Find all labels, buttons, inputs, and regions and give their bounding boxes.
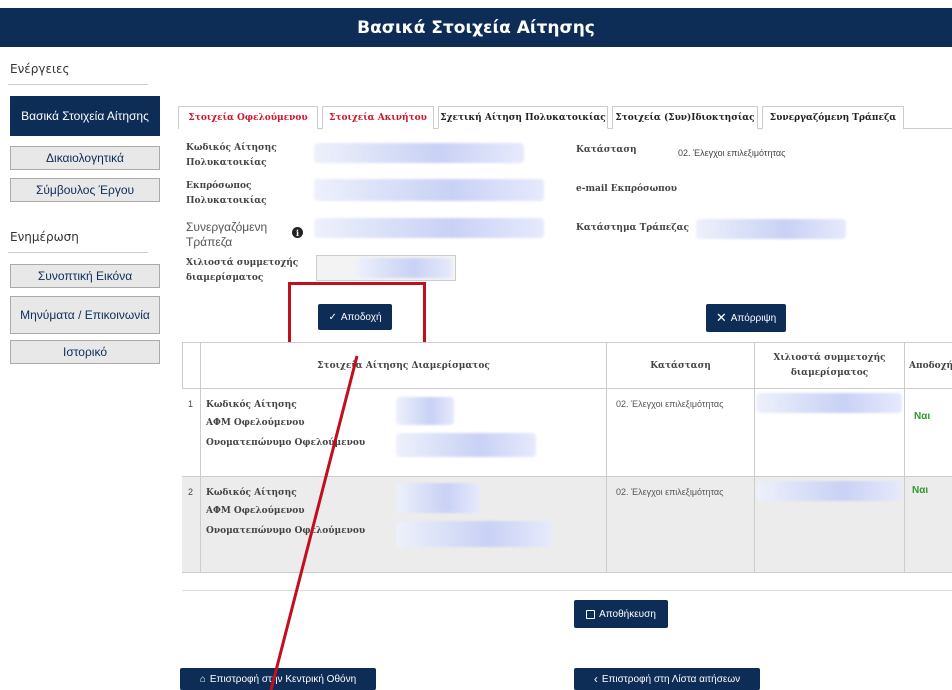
tab-ownership[interactable]: Στοιχεία (Συν)Ιδιοκτησίας <box>612 106 758 129</box>
save-button-label: Αποθήκευση <box>599 608 656 620</box>
row-name-value <box>396 521 552 547</box>
back-to-list-button-label: Επιστροφή στη Λίστα αιτήσεων <box>601 673 741 685</box>
status-label: Κατάσταση <box>576 145 637 155</box>
row-code-label: Κωδικός Αίτησης <box>206 488 297 498</box>
row-status: 02. Έλεγχοι επιλεξιμότητας <box>616 399 724 409</box>
header-num <box>182 343 200 389</box>
representative-value <box>314 179 544 201</box>
sidebar-item-messages[interactable]: Μηνύματα / Επικοινωνία <box>10 296 160 334</box>
row-code-label: Κωδικός Αίτησης <box>206 400 297 410</box>
sidebar-item-history[interactable]: Ιστορικό <box>10 340 160 364</box>
info-icon[interactable]: i <box>292 227 303 238</box>
section-divider <box>182 590 952 591</box>
apartments-table: Στοιχεία Αίτησης Διαμερίσματος Κατάσταση… <box>182 342 952 573</box>
row-status: 02. Έλεγχοι επιλεξιμότητας <box>616 487 724 497</box>
tab-property[interactable]: Στοιχεία Ακινήτου <box>322 106 434 129</box>
sidebar-actions-title: Ενέργειες <box>10 62 70 76</box>
branch-value <box>696 219 846 239</box>
tab-partner-bank[interactable]: Συνεργαζόμενη Τράπεζα <box>762 106 904 129</box>
sidebar-item-project-advisor[interactable]: Σύμβουλος Έργου <box>10 178 160 202</box>
close-icon: ✕ <box>715 310 727 325</box>
reject-button[interactable]: ✕ Απόρριψη <box>706 304 786 332</box>
bank-label: Συνεργαζόμενη Τράπεζα <box>186 220 268 249</box>
save-button[interactable]: Αποθήκευση <box>574 600 668 628</box>
code-label: Κωδικός Αίτησης Πολυκατοικίας <box>186 143 277 168</box>
header-details: Στοιχεία Αίτησης Διαμερίσματος <box>200 343 606 389</box>
row-number: 2 <box>188 487 194 497</box>
row-name-label: Ονοματεπώνυμο Οφελούμενου <box>206 438 366 448</box>
status-value: 02. Έλεγχοι επιλεξιμότητας <box>678 148 786 158</box>
floppy-disk-icon <box>586 609 596 619</box>
home-button[interactable]: ⌂ Επιστροφή στην Κεντρική Οθόνη <box>180 668 376 690</box>
row-accept-value: Ναι <box>912 485 929 496</box>
tab-building-application[interactable]: Σχετική Αίτηση Πολυκατοικίας <box>438 106 608 129</box>
header-permille: Χιλιοστά συμμετοχής διαμερίσματος <box>754 343 904 389</box>
table-row: 1 Κωδικός Αίτησης ΑΦΜ Οφελούμενου Ονοματ… <box>182 389 952 477</box>
tab-beneficiary[interactable]: Στοιχεία Οφελούμενου <box>178 106 318 129</box>
header-accept: Αποδοχή <box>904 343 952 389</box>
page-header: Βασικά Στοιχεία Αίτησης <box>0 8 952 47</box>
home-button-label: Επιστροφή στην Κεντρική Οθόνη <box>209 673 357 685</box>
back-to-list-button[interactable]: ‹ Επιστροφή στη Λίστα αιτήσεων <box>574 668 760 690</box>
row-permille-value <box>756 481 902 501</box>
row-name-label: Ονοματεπώνυμο Οφελούμενου <box>206 526 366 536</box>
permille-value <box>356 258 452 278</box>
representative-label: Εκπρόσωπος Πολυκατοικίας <box>186 181 267 206</box>
sidebar-divider <box>8 252 148 253</box>
branch-label: Κατάστημα Τράπεζας <box>576 223 690 233</box>
table-header: Στοιχεία Αίτησης Διαμερίσματος Κατάσταση… <box>182 343 952 389</box>
email-label: e-mail Εκπρόσωπου <box>576 184 678 194</box>
sidebar-item-overview[interactable]: Συνοπτική Εικόνα <box>10 264 160 288</box>
row-name-value <box>396 433 536 457</box>
row-number: 1 <box>188 399 194 409</box>
sidebar-info-title: Ενημέρωση <box>10 230 79 244</box>
row-permille-value <box>756 393 902 413</box>
reject-button-label: Απόρριψη <box>730 312 777 324</box>
home-icon: ⌂ <box>199 673 206 685</box>
row-code-value <box>396 397 454 425</box>
row-afm-label: ΑΦΜ Οφελούμενου <box>206 418 305 428</box>
sidebar-item-basic-info[interactable]: Βασικά Στοιχεία Αίτησης <box>10 96 160 136</box>
page-title: Βασικά Στοιχεία Αίτησης <box>357 17 595 38</box>
bank-value <box>314 218 544 238</box>
sidebar-item-documents[interactable]: Δικαιολογητικά <box>10 146 160 170</box>
sidebar-divider <box>8 84 148 85</box>
code-value <box>314 143 524 163</box>
header-status: Κατάσταση <box>606 343 754 389</box>
chevron-left-icon: ‹ <box>593 672 598 686</box>
row-code-value <box>396 483 480 513</box>
row-accept-value: Ναι <box>914 411 931 422</box>
table-row: 2 Κωδικός Αίτησης ΑΦΜ Οφελούμενου Ονοματ… <box>182 477 952 573</box>
row-afm-label: ΑΦΜ Οφελούμενου <box>206 506 305 516</box>
